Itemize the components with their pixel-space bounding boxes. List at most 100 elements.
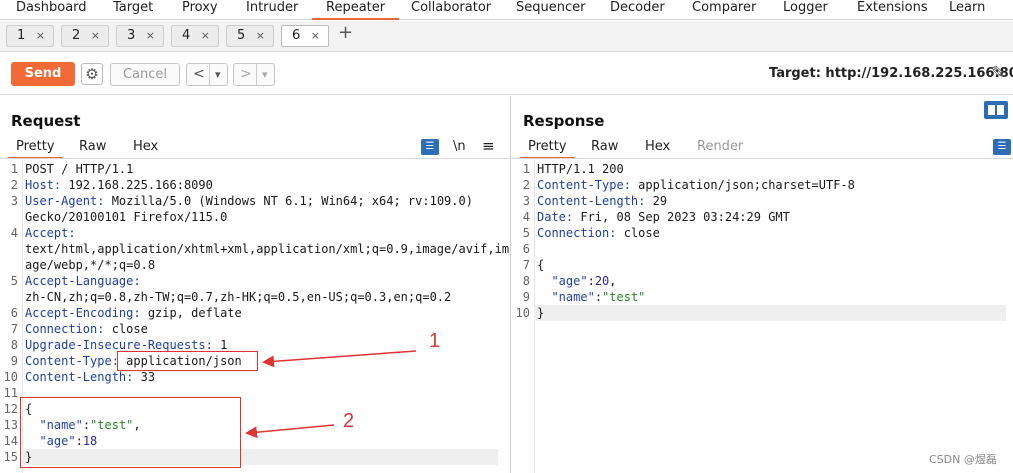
nav-tab-dashboard[interactable]: Dashboard bbox=[16, 0, 87, 20]
newline-toggle[interactable]: \n bbox=[453, 139, 466, 154]
repeater-tab-3[interactable]: 3 × bbox=[116, 25, 164, 47]
tab-raw[interactable]: Raw bbox=[79, 137, 106, 157]
gear-icon[interactable]: ⚙ bbox=[81, 63, 103, 85]
line-number: 14 bbox=[3, 434, 18, 448]
line-content: Gecko/20100101 Firefox/115.0 bbox=[25, 209, 227, 225]
tab-render[interactable]: Render bbox=[697, 137, 743, 157]
close-icon[interactable]: × bbox=[256, 26, 265, 46]
tab-pretty[interactable]: Pretty bbox=[8, 137, 63, 159]
line-content: HTTP/1.1 200 bbox=[537, 161, 624, 177]
nav-tab-target[interactable]: Target bbox=[113, 0, 153, 20]
json-colon: : bbox=[594, 290, 603, 304]
close-icon[interactable]: × bbox=[311, 26, 320, 46]
line-number: 13 bbox=[3, 418, 18, 432]
line-number: 10 bbox=[3, 370, 18, 384]
repeater-tab-2[interactable]: 2 × bbox=[61, 25, 109, 47]
tab-pretty[interactable]: Pretty bbox=[520, 137, 575, 159]
back-dropdown[interactable]: ▾ bbox=[209, 64, 221, 85]
close-icon[interactable]: × bbox=[201, 26, 210, 46]
close-icon[interactable]: × bbox=[36, 26, 45, 46]
header-name: Connection: bbox=[537, 226, 617, 240]
line-number: 6 bbox=[10, 306, 18, 320]
nav-tab-sequencer[interactable]: Sequencer bbox=[516, 0, 585, 20]
nav-tab-intruder[interactable]: Intruder bbox=[246, 0, 298, 20]
nav-tab-proxy[interactable]: Proxy bbox=[182, 0, 218, 20]
menu-icon[interactable]: ≡ bbox=[482, 137, 495, 155]
header-value: zh-CN,zh;q=0.8,zh-TW;q=0.7,zh-HK;q=0.5,e… bbox=[25, 290, 452, 304]
pretty-format-icon[interactable]: ☰ bbox=[421, 139, 439, 155]
repeater-tab-label: 6 bbox=[292, 28, 301, 43]
repeater-tab-label: 1 bbox=[17, 28, 26, 43]
json-key: "age" bbox=[551, 274, 588, 288]
header-value: Mozilla/5.0 (Windows NT 6.1; Win64; x64;… bbox=[104, 194, 473, 208]
add-tab-button[interactable]: + bbox=[338, 24, 353, 42]
back-button[interactable]: < bbox=[193, 64, 205, 85]
response-view-tabs: Pretty Raw Hex Render bbox=[512, 137, 1012, 159]
repeater-tab-label: 3 bbox=[127, 28, 136, 43]
code-line: age/webp,*/*;q=0.8 bbox=[0, 257, 500, 273]
header-value: } bbox=[537, 306, 545, 320]
request-title: Request bbox=[11, 112, 81, 130]
json-val: 20 bbox=[594, 274, 610, 288]
repeater-tab-5[interactable]: 5 × bbox=[226, 25, 274, 47]
nav-tab-logger[interactable]: Logger bbox=[783, 0, 828, 20]
line-number: 5 bbox=[10, 274, 18, 288]
line-number: 7 bbox=[10, 322, 18, 336]
repeater-tab-label: 4 bbox=[182, 28, 191, 43]
code-line: text/html,application/xhtml+xml,applicat… bbox=[0, 241, 509, 257]
header-value: { bbox=[537, 258, 545, 272]
code-line: 2 Host: 192.168.225.166:8090 bbox=[0, 177, 500, 193]
line-number: 5 bbox=[522, 226, 530, 240]
repeater-tab-6[interactable]: 6 × bbox=[281, 25, 329, 47]
tab-raw[interactable]: Raw bbox=[591, 137, 618, 157]
code-line: 9 "name":"test" bbox=[512, 289, 1008, 305]
nav-tab-extensions[interactable]: Extensions bbox=[857, 0, 928, 20]
layout-toggle-icon[interactable] bbox=[984, 101, 1008, 119]
nav-tab-learn[interactable]: Learn bbox=[949, 0, 985, 20]
code-line: 4 Accept: bbox=[0, 225, 500, 241]
nav-tab-decoder[interactable]: Decoder bbox=[610, 0, 665, 20]
close-icon[interactable]: × bbox=[91, 26, 100, 46]
line-number: 6 bbox=[522, 242, 530, 256]
code-line: 3 Content-Length: 29 bbox=[512, 193, 1008, 209]
annotation-box-json-body bbox=[20, 397, 241, 468]
line-content: "name":"test" bbox=[537, 289, 645, 305]
forward-dropdown[interactable]: ▾ bbox=[256, 64, 268, 85]
code-line: Gecko/20100101 Firefox/115.0 bbox=[0, 209, 500, 225]
header-value: POST / HTTP/1.1 bbox=[25, 162, 134, 176]
send-button[interactable]: Send bbox=[11, 62, 75, 86]
pretty-format-icon[interactable]: ☰ bbox=[993, 139, 1011, 155]
tab-hex[interactable]: Hex bbox=[645, 137, 670, 157]
close-icon[interactable]: × bbox=[146, 26, 155, 46]
repeater-tab-1[interactable]: 1 × bbox=[6, 25, 54, 47]
forward-button[interactable]: > bbox=[240, 64, 252, 85]
line-number: 9 bbox=[10, 354, 18, 368]
nav-tab-comparer[interactable]: Comparer bbox=[692, 0, 756, 20]
pencil-icon[interactable]: ✎ bbox=[991, 63, 1005, 83]
header-value: 192.168.225.166:8090 bbox=[61, 178, 213, 192]
tab-hex[interactable]: Hex bbox=[133, 137, 158, 157]
cancel-button[interactable]: Cancel bbox=[110, 63, 180, 86]
panel-divider[interactable] bbox=[510, 96, 511, 473]
header-value: close bbox=[104, 322, 148, 336]
line-content: POST / HTTP/1.1 bbox=[25, 161, 133, 177]
line-content: Host: 192.168.225.166:8090 bbox=[25, 177, 213, 193]
nav-tab-repeater[interactable]: Repeater bbox=[312, 0, 400, 20]
line-content: Accept-Encoding: gzip, deflate bbox=[25, 305, 242, 321]
line-number: 9 bbox=[522, 290, 530, 304]
header-value: text/html,application/xhtml+xml,applicat… bbox=[25, 242, 510, 256]
repeater-tab-4[interactable]: 4 × bbox=[171, 25, 219, 47]
line-number: 11 bbox=[3, 386, 18, 400]
request-tabs-divider bbox=[0, 158, 510, 159]
toolbar: Send ⚙ Cancel < ▾ > ▾ Target: http://192… bbox=[0, 53, 1013, 95]
annotation-label-1: 1 bbox=[429, 330, 441, 352]
line-number: 3 bbox=[10, 194, 18, 208]
response-editor[interactable]: 1 HTTP/1.1 200 2 Content-Type: application/… bbox=[512, 161, 1012, 473]
header-value: gzip, deflate bbox=[140, 306, 242, 320]
code-line: 6 Accept-Encoding: gzip, deflate bbox=[0, 305, 500, 321]
annotation-box-content-type bbox=[117, 351, 258, 371]
line-content: "age":20, bbox=[537, 273, 616, 289]
header-value: 1 bbox=[212, 338, 228, 352]
line-content: Content-Type: application/json;charset=U… bbox=[537, 177, 855, 193]
nav-tab-collaborator[interactable]: Collaborator bbox=[411, 0, 491, 20]
